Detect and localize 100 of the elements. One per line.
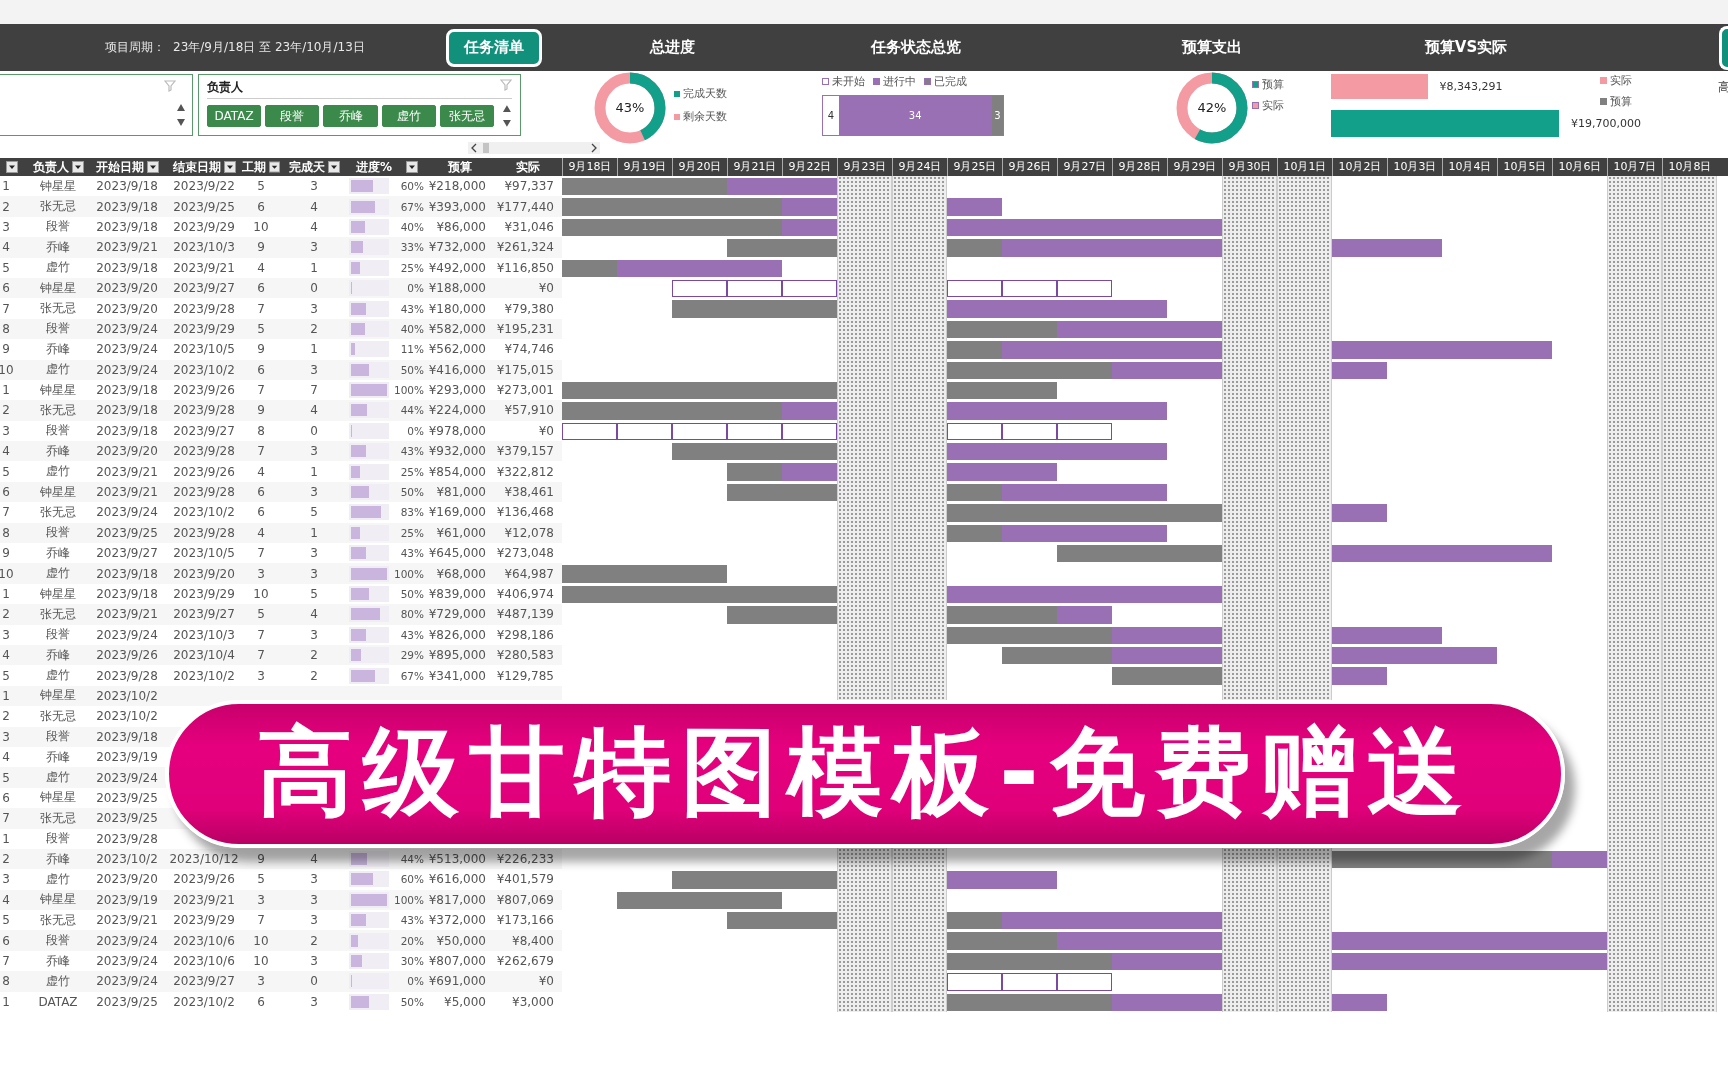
completed-bar — [727, 463, 782, 481]
duration-cell: 9 — [257, 240, 265, 255]
remaining-bar — [1552, 850, 1607, 869]
end-date-cell: 2023/10/2 — [173, 994, 235, 1009]
row-number: 6 — [2, 933, 10, 948]
budget-cell: ¥68,000 — [436, 566, 486, 581]
row-number: 3 — [2, 729, 10, 744]
day-header: 9月20日 — [672, 158, 727, 176]
slicer-item[interactable]: 乔峰 — [323, 105, 378, 127]
start-date-cell: 2023/9/19 — [96, 892, 158, 907]
completed-bar — [947, 239, 1002, 257]
actual-cell: ¥79,380 — [504, 301, 554, 316]
budget-cell: ¥839,000 — [428, 587, 486, 601]
progress-percent: 50% — [400, 995, 425, 1008]
start-date-cell: 2023/9/25 — [96, 790, 158, 805]
budget-cell: ¥562,000 — [428, 342, 486, 357]
scroll-arrows-icon[interactable] — [176, 103, 186, 127]
slicer-item[interactable]: 段誉 — [265, 105, 320, 127]
progress-percent: 83% — [400, 506, 425, 519]
done-days-cell: 3 — [310, 627, 318, 642]
scroll-arrows-icon[interactable] — [502, 104, 513, 128]
duration-cell: 7 — [257, 913, 265, 928]
duration-cell: 4 — [257, 260, 265, 275]
column-header[interactable]: 进度% — [348, 158, 426, 176]
planned-day-box — [617, 422, 672, 441]
start-date-cell: 2023/9/20 — [96, 872, 158, 887]
remaining-bar — [1332, 504, 1387, 522]
filter-dropdown-icon[interactable] — [6, 161, 18, 173]
start-date-cell: 2023/10/2 — [96, 852, 158, 867]
day-header: 9月27日 — [1057, 158, 1112, 176]
duration-cell: 9 — [257, 852, 265, 867]
section-title: 预算支出 — [1182, 38, 1242, 56]
progress-percent: 60% — [400, 180, 425, 193]
filter-dropdown-icon[interactable] — [71, 161, 84, 173]
progress-percent: 30% — [400, 955, 425, 968]
row-number: 2 — [2, 852, 10, 867]
row-number: 8 — [2, 974, 10, 989]
end-date-cell: 2023/9/26 — [173, 464, 235, 479]
slicer-title: 负责人 — [207, 79, 243, 96]
column-header[interactable]: 完成天 — [280, 158, 348, 176]
start-date-cell: 2023/9/19 — [96, 750, 158, 765]
start-date-cell: 2023/9/25 — [96, 525, 158, 540]
owner-cell: 虚竹 — [46, 667, 70, 685]
owner-cell: 段誉 — [46, 422, 70, 440]
scroll-left-icon[interactable] — [471, 143, 477, 153]
actual-cell: ¥0 — [538, 423, 554, 438]
duration-cell: 7 — [257, 444, 265, 459]
filter-dropdown-icon[interactable] — [146, 161, 159, 173]
scroll-right-icon[interactable] — [591, 143, 597, 153]
owner-cell: 段誉 — [46, 932, 70, 950]
end-date-cell: 2023/10/3 — [173, 240, 235, 255]
row-number: 6 — [2, 485, 10, 500]
remaining-bar — [1332, 667, 1387, 685]
progress-donut: 43% — [594, 72, 666, 144]
completed-bar — [947, 912, 1002, 930]
row-number: 3 — [2, 423, 10, 438]
column-header[interactable]: 实际 — [494, 158, 562, 176]
column-header[interactable]: 开始日期 — [88, 158, 166, 176]
owner-cell: 乔峰 — [46, 340, 70, 358]
progress-percent: 33% — [400, 241, 425, 254]
progress-percent: 43% — [400, 914, 425, 927]
day-header: 9月26日 — [1002, 158, 1057, 176]
slicer-item[interactable]: 张无忌 — [439, 105, 495, 127]
filter-dropdown-icon[interactable] — [327, 161, 340, 173]
legend-label: 预算 — [1262, 77, 1284, 92]
task-list-button[interactable]: 任务清单 — [446, 28, 542, 67]
actual-cell: ¥97,337 — [504, 179, 554, 194]
scroll-thumb[interactable] — [483, 143, 489, 153]
end-date-cell: 2023/9/27 — [173, 281, 235, 296]
actual-cell: ¥487,139 — [496, 607, 554, 622]
owner-cell: 乔峰 — [46, 646, 70, 664]
done-days-cell: 0 — [310, 423, 318, 438]
period-value: 23年/9月/18日 至 23年/10月/13日 — [173, 40, 365, 54]
column-header[interactable]: 结束日期 — [166, 158, 242, 176]
budget-cell: ¥224,000 — [428, 403, 486, 418]
end-date-cell: 2023/9/29 — [173, 587, 235, 601]
filter-dropdown-icon[interactable] — [223, 161, 236, 173]
horizontal-scrollbar[interactable] — [468, 142, 600, 154]
column-header[interactable]: 工期 — [242, 158, 280, 176]
planned-day-box — [672, 422, 727, 441]
slicer-item[interactable]: DATAZ — [207, 105, 262, 127]
edge-button[interactable] — [1719, 25, 1728, 70]
done-days-cell: 4 — [310, 219, 318, 234]
column-header[interactable]: 预算 — [426, 158, 494, 176]
duration-cell: 7 — [257, 546, 265, 561]
slicer-item[interactable]: 虚竹 — [381, 105, 436, 127]
row-number: 2 — [2, 403, 10, 418]
row-number: 7 — [2, 954, 10, 969]
done-days-cell: 1 — [310, 464, 318, 479]
duration-cell: 3 — [257, 974, 265, 989]
completed-bar — [562, 259, 617, 277]
owner-cell: 钟星星 — [40, 177, 76, 195]
duration-cell: 7 — [257, 301, 265, 316]
budget-cell: ¥729,000 — [428, 607, 486, 622]
column-header[interactable]: 负责人 — [28, 158, 88, 176]
row-number: 4 — [2, 892, 10, 907]
progress-percent: 50% — [400, 588, 425, 600]
start-date-cell: 2023/9/18 — [96, 587, 158, 601]
filter-dropdown-icon[interactable] — [269, 161, 280, 173]
filter-dropdown-icon[interactable] — [406, 161, 418, 173]
